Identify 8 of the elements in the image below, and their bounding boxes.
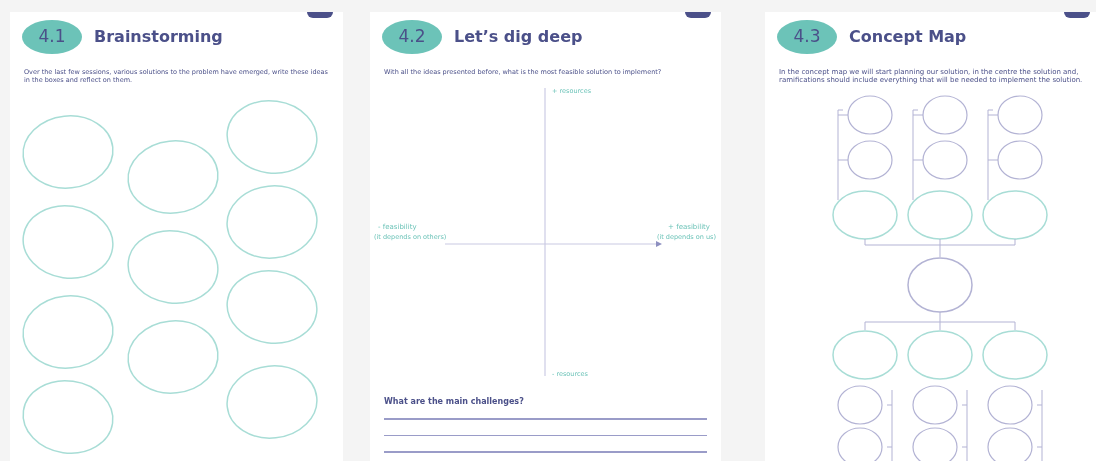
section-number-badge: 4.3 <box>777 20 837 54</box>
section-title: Let’s dig deep <box>454 26 583 48</box>
section-number-badge: 4.1 <box>22 20 82 54</box>
question-heading: What are the main challenges? <box>383 396 525 408</box>
answer-line[interactable] <box>384 434 707 436</box>
section-title: Brainstorming <box>94 26 223 48</box>
section-number-badge: 4.2 <box>382 20 442 54</box>
section-title: Concept Map <box>849 26 967 48</box>
